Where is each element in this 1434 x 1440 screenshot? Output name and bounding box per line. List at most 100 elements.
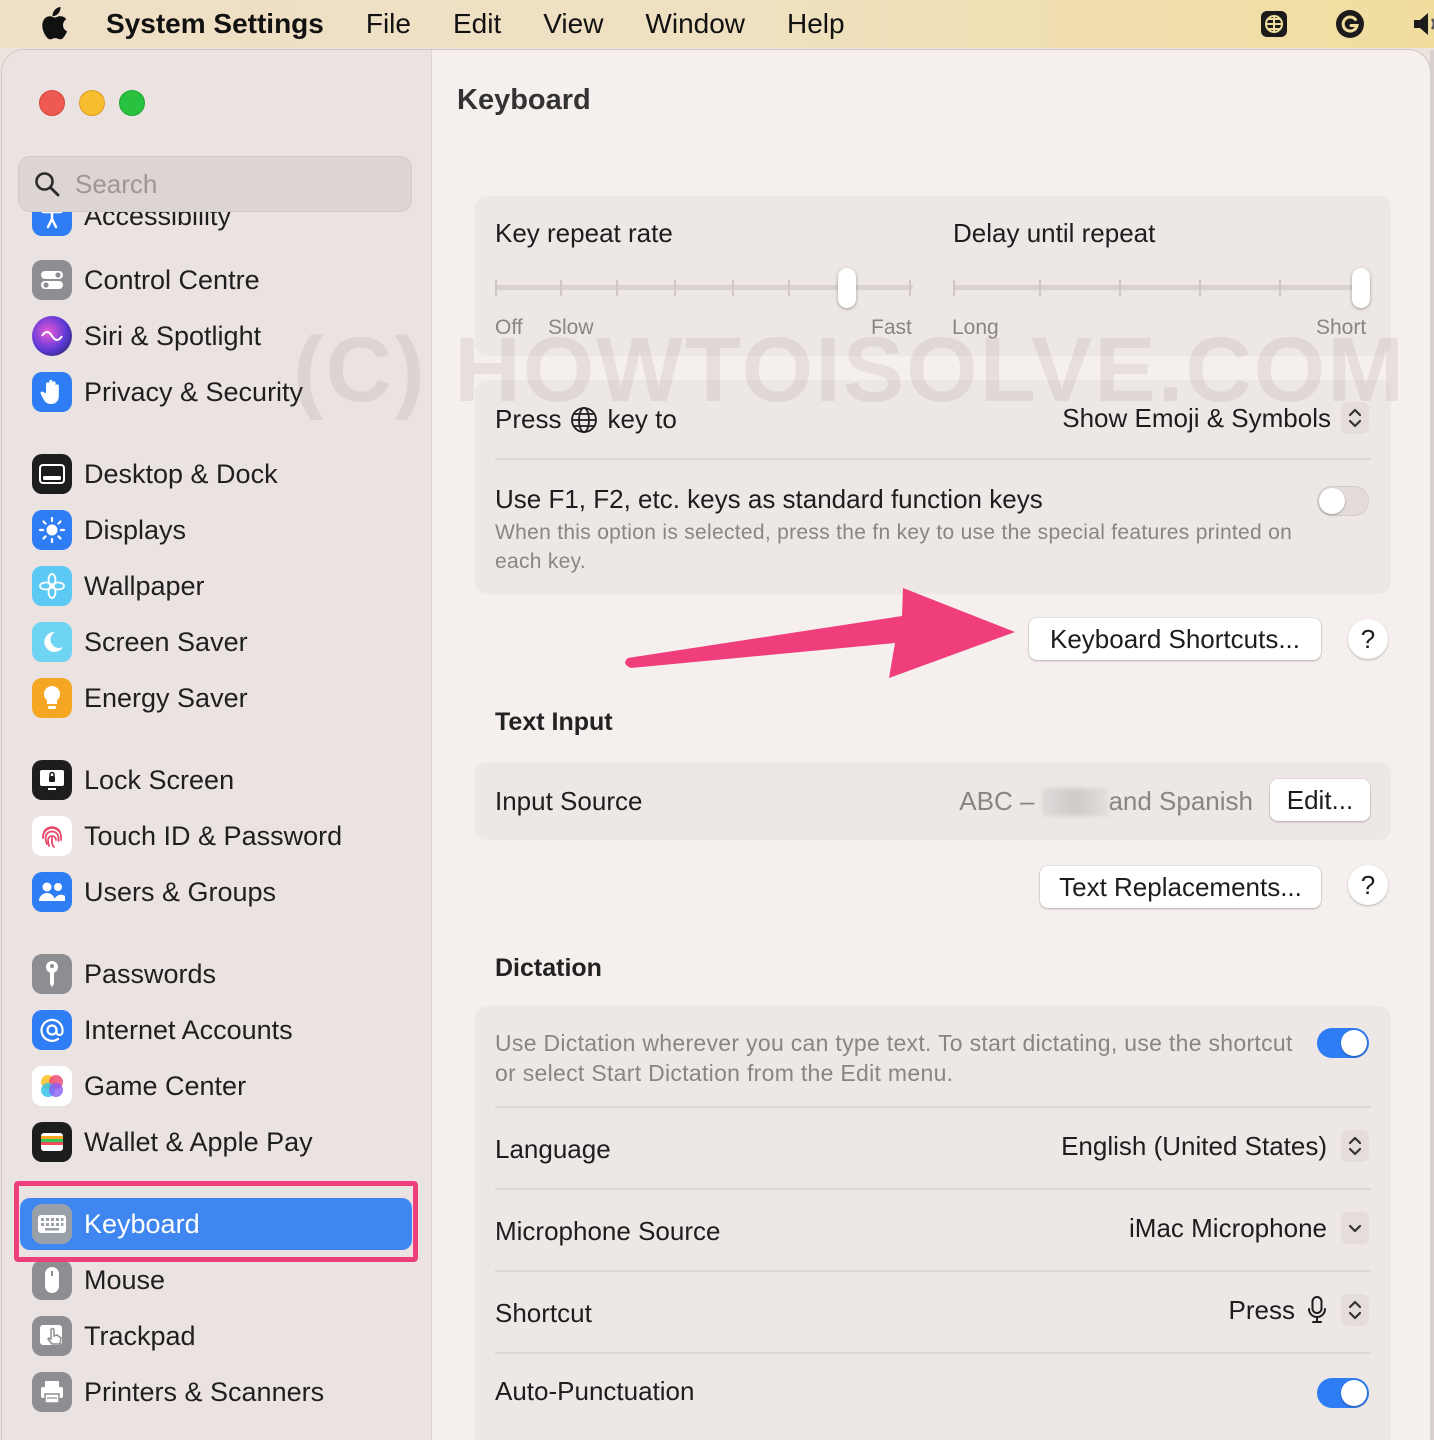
help-button[interactable]: ? [1348,619,1388,659]
watermark: (C) HOWTOISOLVE.COM [293,319,1406,421]
globe-grid-icon[interactable] [1258,8,1290,40]
sidebar-item-passwords[interactable]: Passwords [20,948,412,1000]
shortcut-popup[interactable]: Press [1229,1294,1369,1326]
sidebar-item-label: Passwords [84,958,217,989]
bulb-icon [32,678,72,718]
microphone-source-label: Microphone Source [495,1216,721,1246]
input-source-card: Input Source ABC – and Spanish Edit... [475,762,1391,840]
keyboard-highlight-box [14,1181,418,1262]
search-field[interactable] [18,156,412,212]
key-repeat-label: Key repeat rate [495,218,673,248]
text-input-section-title: Text Input [495,708,613,736]
sidebar-item-label: Screen Saver [84,626,248,657]
blurred-text [1042,787,1109,816]
sidebar-item-label: Mouse [84,1264,166,1295]
zoom-window-button[interactable] [119,90,145,116]
sun-icon [32,510,72,550]
menu-edit[interactable]: Edit [453,8,501,40]
language-label: Language [495,1134,611,1164]
close-window-button[interactable] [39,90,65,116]
sidebar-item-label: Touch ID & Password [84,820,343,851]
sidebar-item-label: Accessibility [84,212,232,231]
menu-help[interactable]: Help [787,8,845,40]
sidebar-item-accessibility[interactable]: Accessibility [20,212,412,242]
menu-view[interactable]: View [543,8,603,40]
at-icon [32,1010,72,1050]
background-window-edge [1430,50,1434,1440]
trackpad-icon [32,1316,72,1356]
sidebar-item-wallpaper[interactable]: Wallpaper [20,560,412,612]
delay-repeat-knob[interactable] [1352,268,1370,308]
sidebar-item-label: Energy Saver [84,682,248,713]
sidebar-item-label: Control Centre [84,264,260,295]
up-down-chevron-icon [1341,1130,1369,1162]
main-pane: Keyboard Key repeat rate Delay until rep… [293,50,1430,1440]
accessibility-icon [32,212,72,236]
sidebar-item-desktop-dock[interactable]: Desktop & Dock [20,448,412,500]
menu-window[interactable]: Window [645,8,745,40]
dictation-toggle[interactable] [1317,1028,1369,1058]
menu-bar: System Settings File Edit View Window He… [0,0,1434,48]
sidebar-item-displays[interactable]: Displays [20,504,412,556]
sidebar-item-internet-accounts[interactable]: Internet Accounts [20,1004,412,1056]
auto-punctuation-label: Auto-Punctuation [495,1376,695,1406]
input-source-value: ABC – and Spanish [959,786,1253,816]
input-source-edit-button[interactable]: Edit... [1270,779,1370,821]
search-icon [35,172,60,197]
menu-file[interactable]: File [366,8,411,40]
annotation-arrow-icon [625,588,1015,678]
sidebar-item-screen-saver[interactable]: Screen Saver [20,616,412,668]
microphone-icon [1308,1296,1326,1323]
text-input-help-button[interactable]: ? [1348,865,1388,905]
sidebar-item-label: Wallet & Apple Pay [84,1126,313,1157]
key-repeat-knob[interactable] [838,268,856,308]
dictation-description: Use Dictation wherever you can type text… [495,1030,1293,1086]
moon-icon [32,622,72,662]
sidebar-item-game-center[interactable]: Game Center [20,1060,412,1112]
speaker-icon[interactable] [1410,9,1434,39]
sidebar-item-users-groups[interactable]: Users & Groups [20,866,412,918]
sidebar-item-wallet-apple-pay[interactable]: Wallet & Apple Pay [20,1116,412,1168]
sidebar-item-lock-screen[interactable]: Lock Screen [20,754,412,806]
fn-keys-toggle[interactable] [1317,486,1369,516]
apple-logo-icon[interactable] [38,7,68,41]
hand-icon [32,372,72,412]
sidebar-item-label: Users & Groups [84,876,277,907]
keyboard-shortcuts-button[interactable]: Keyboard Shortcuts... [1029,618,1321,660]
sidebar-item-label: Wallpaper [84,570,205,601]
sidebar-item-trackpad[interactable]: Trackpad [20,1310,412,1362]
sidebar-item-label: Displays [84,514,187,545]
game-center-icon [32,1066,72,1106]
fingerprint-icon [32,816,72,856]
sidebar-item-label: Siri & Spotlight [84,320,262,351]
shortcut-label: Shortcut [495,1298,592,1328]
menu-app-name[interactable]: System Settings [106,8,324,40]
users-icon [32,872,72,912]
auto-punctuation-toggle[interactable] [1317,1378,1369,1408]
sidebar-item-label: Internet Accounts [84,1014,293,1045]
sidebar-item-label: Printers & Scanners [84,1376,325,1407]
settings-window: Accessibility Control Centre Siri & Spot… [2,50,1430,1440]
fn-keys-description: When this option is selected, press the … [495,521,1293,573]
sidebar-item-control-centre[interactable]: Control Centre [20,254,412,306]
search-input[interactable] [75,168,375,200]
sidebar-item-printers-scanners[interactable]: Printers & Scanners [20,1366,412,1418]
minimize-window-button[interactable] [79,90,105,116]
microphone-source-popup[interactable]: iMac Microphone [1129,1212,1369,1244]
sidebar-item-label: Trackpad [84,1320,196,1351]
menu-extras [1214,0,1434,48]
control-centre-icon [32,260,72,300]
sidebar-item-energy-saver[interactable]: Energy Saver [20,672,412,724]
text-replacements-button[interactable]: Text Replacements... [1040,866,1321,908]
grammarly-icon[interactable] [1334,8,1366,40]
fn-keys-label: Use F1, F2, etc. keys as standard functi… [495,484,1043,514]
microphone-source-value: iMac Microphone [1129,1212,1327,1243]
up-down-chevron-icon [1341,1294,1369,1326]
printer-icon [32,1372,72,1412]
language-popup[interactable]: English (United States) [1061,1130,1369,1162]
sidebar-item-label: Privacy & Security [84,376,304,407]
siri-icon [32,316,72,356]
sidebar-item-touch-id[interactable]: Touch ID & Password [20,810,412,862]
sidebar-item-label: Lock Screen [84,764,235,795]
language-value: English (United States) [1061,1130,1327,1161]
